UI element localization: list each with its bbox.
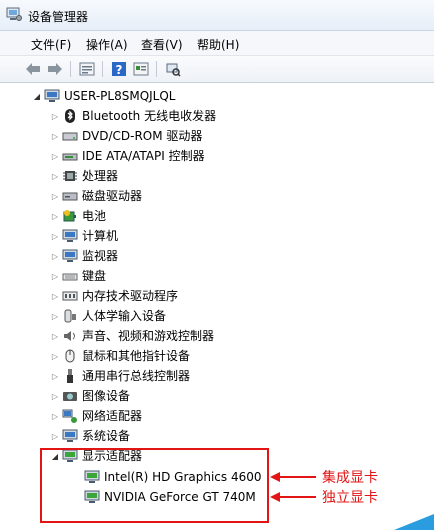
usb-icon	[62, 368, 78, 384]
expand-arrow-icon[interactable]: ▷	[50, 292, 60, 301]
category-label: IDE ATA/ATAPI 控制器	[82, 149, 205, 163]
category-label: 人体学输入设备	[82, 309, 167, 323]
expand-arrow-icon[interactable]: ▷	[50, 252, 60, 261]
system-devices-icon	[62, 428, 78, 444]
computer-icon	[44, 88, 60, 104]
category-label: 鼠标和其他指针设备	[82, 349, 191, 363]
expand-arrow-icon[interactable]: ▷	[50, 192, 60, 201]
keyboard-icon	[62, 268, 78, 284]
menu-view[interactable]: 查看(V)	[141, 36, 183, 53]
tree-category[interactable]: ▷ IDE ATA/ATAPI 控制器	[50, 146, 205, 166]
tree-category[interactable]: ▷ 监视器	[50, 246, 118, 266]
mouse-icon	[62, 348, 78, 364]
processor-icon	[62, 168, 78, 184]
disk-drive-icon	[62, 188, 78, 204]
corner-decoration	[394, 514, 434, 530]
expand-arrow-icon[interactable]: ▷	[50, 212, 60, 221]
tree-category[interactable]: ▷ 网络适配器	[50, 406, 142, 426]
category-label: 计算机	[82, 229, 119, 243]
scan-hardware-icon[interactable]	[164, 60, 182, 78]
tree-root[interactable]: ◢ USER-PL8SMQJLQL	[32, 86, 176, 106]
expand-arrow-icon[interactable]: ▷	[50, 432, 60, 441]
imaging-icon	[62, 388, 78, 404]
highlight-box	[40, 448, 269, 523]
menu-file[interactable]: 文件(F)	[31, 36, 71, 53]
window-title: 设备管理器	[28, 10, 89, 24]
expand-arrow-icon[interactable]: ▷	[50, 172, 60, 181]
toolbar-separator	[70, 61, 71, 77]
collapse-arrow-icon[interactable]: ◢	[32, 92, 42, 101]
network-adapter-icon	[62, 408, 78, 424]
back-arrow-icon[interactable]	[24, 60, 42, 78]
show-hidden-icon[interactable]	[132, 60, 150, 78]
memory-icon	[62, 288, 78, 304]
category-label: 内存技术驱动程序	[82, 289, 179, 303]
category-label: 电池	[82, 209, 107, 223]
menu-bar: 文件(F) 操作(A) 查看(V) 帮助(H)	[0, 31, 434, 56]
category-label: 声音、视频和游戏控制器	[82, 329, 215, 343]
title-bar: 设备管理器	[0, 0, 434, 31]
menu-help[interactable]: 帮助(H)	[197, 36, 239, 53]
category-label: 磁盘驱动器	[82, 189, 143, 203]
expand-arrow-icon[interactable]: ▷	[50, 232, 60, 241]
toolbar-separator	[102, 61, 103, 77]
forward-arrow-icon[interactable]	[46, 60, 64, 78]
tree-category[interactable]: ▷ 系统设备	[50, 426, 130, 446]
annotation-discrete-gpu: 独立显卡	[322, 490, 378, 506]
expand-arrow-icon[interactable]: ▷	[50, 272, 60, 281]
tree-category[interactable]: ▷ Bluetooth 无线电收发器	[50, 106, 216, 126]
tree-category[interactable]: ▷ 键盘	[50, 266, 106, 286]
tree-category[interactable]: ▷ 处理器	[50, 166, 118, 186]
category-label: 监视器	[82, 249, 119, 263]
expand-arrow-icon[interactable]: ▷	[50, 412, 60, 421]
category-label: 处理器	[82, 169, 119, 183]
toolbar: ?	[0, 56, 434, 83]
menu-action[interactable]: 操作(A)	[86, 36, 128, 53]
tree-category[interactable]: ▷ 人体学输入设备	[50, 306, 166, 326]
sound-icon	[62, 328, 78, 344]
tree-category[interactable]: ▷ 计算机	[50, 226, 118, 246]
device-manager-icon	[6, 6, 22, 25]
tree-category[interactable]: ▷ 图像设备	[50, 386, 130, 406]
category-label: 图像设备	[82, 389, 131, 403]
category-label: DVD/CD-ROM 驱动器	[82, 129, 203, 143]
category-label: 键盘	[82, 269, 107, 283]
help-icon[interactable]: ?	[110, 60, 128, 78]
tree-category[interactable]: ▷ 电池	[50, 206, 106, 226]
expand-arrow-icon[interactable]: ▷	[50, 352, 60, 361]
arrow-line	[278, 496, 316, 498]
expand-arrow-icon[interactable]: ▷	[50, 372, 60, 381]
hid-icon	[62, 308, 78, 324]
expand-arrow-icon[interactable]: ▷	[50, 332, 60, 341]
svg-text:?: ?	[116, 63, 123, 77]
root-label: USER-PL8SMQJLQL	[64, 89, 176, 103]
ide-controller-icon	[62, 148, 78, 164]
toolbar-separator	[156, 61, 157, 77]
bluetooth-icon	[62, 108, 78, 124]
properties-icon[interactable]	[78, 60, 96, 78]
tree-category[interactable]: ▷ 声音、视频和游戏控制器	[50, 326, 214, 346]
computer-icon	[62, 228, 78, 244]
expand-arrow-icon[interactable]: ▷	[50, 312, 60, 321]
arrow-line	[278, 476, 316, 478]
expand-arrow-icon[interactable]: ▷	[50, 132, 60, 141]
category-label: 系统设备	[82, 429, 131, 443]
expand-arrow-icon[interactable]: ▷	[50, 112, 60, 121]
battery-icon	[62, 208, 78, 224]
dvd-drive-icon	[62, 128, 78, 144]
expand-arrow-icon[interactable]: ▷	[50, 152, 60, 161]
category-label: 通用串行总线控制器	[82, 369, 191, 383]
category-label: 网络适配器	[82, 409, 143, 423]
tree-category[interactable]: ▷ 磁盘驱动器	[50, 186, 142, 206]
tree-category[interactable]: ▷ 内存技术驱动程序	[50, 286, 178, 306]
tree-category[interactable]: ▷ DVD/CD-ROM 驱动器	[50, 126, 203, 146]
tree-category[interactable]: ▷ 鼠标和其他指针设备	[50, 346, 190, 366]
category-label: Bluetooth 无线电收发器	[82, 109, 217, 123]
tree-category[interactable]: ▷ 通用串行总线控制器	[50, 366, 190, 386]
monitor-icon	[62, 248, 78, 264]
annotation-integrated-gpu: 集成显卡	[322, 470, 378, 486]
expand-arrow-icon[interactable]: ▷	[50, 392, 60, 401]
